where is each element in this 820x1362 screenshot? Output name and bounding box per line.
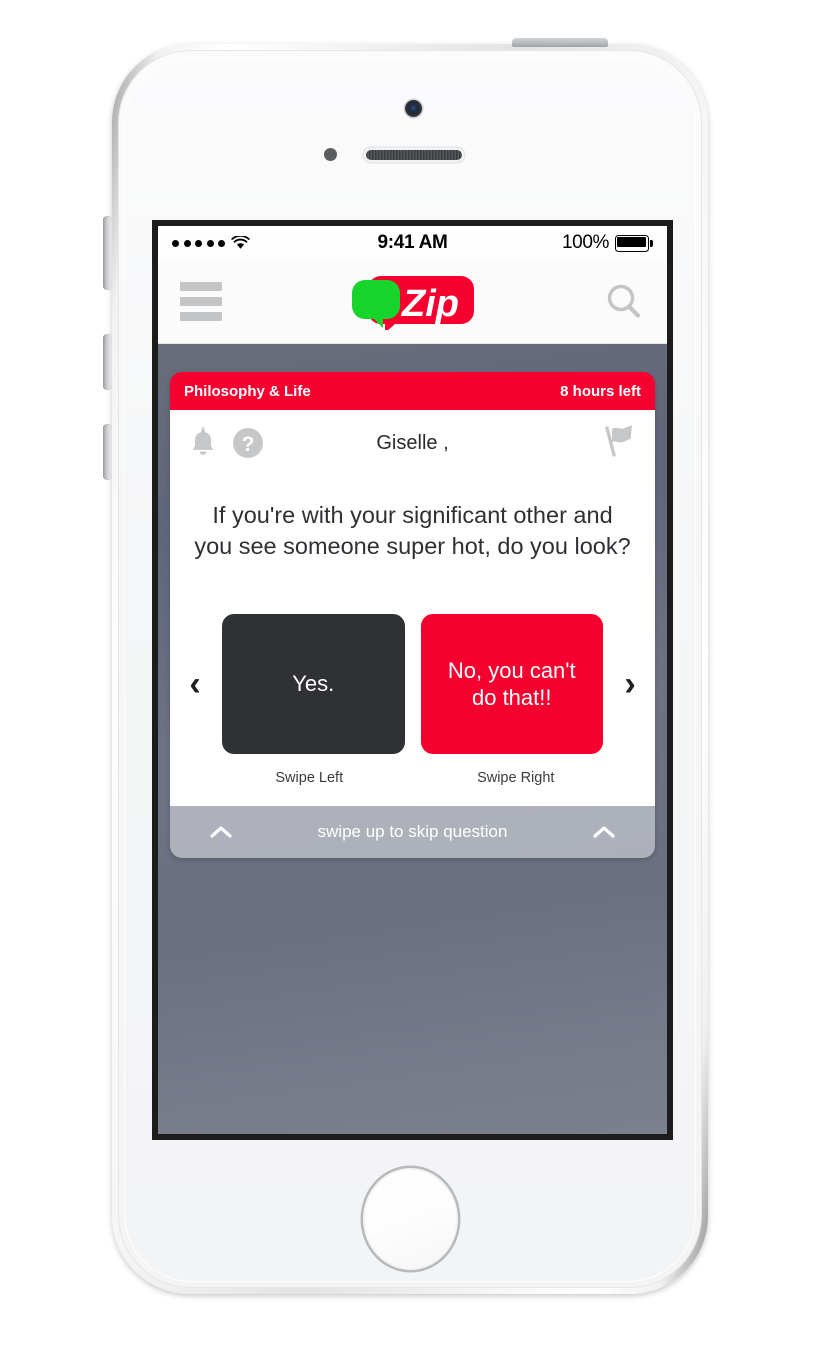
card-body: ? Giselle , If you're with your signific… bbox=[170, 410, 655, 806]
previous-question-chevron-icon[interactable]: ‹ bbox=[184, 667, 206, 701]
swipe-hint-left: Swipe Left bbox=[275, 770, 344, 786]
home-button[interactable] bbox=[362, 1167, 459, 1271]
front-camera-icon bbox=[405, 100, 422, 117]
next-question-chevron-icon[interactable]: › bbox=[619, 667, 641, 701]
category-label: Philosophy & Life bbox=[184, 382, 311, 400]
question-text: If you're with your significant other an… bbox=[194, 502, 631, 559]
volume-down-button[interactable] bbox=[103, 424, 112, 480]
question-mark-circle-icon[interactable]: ? bbox=[232, 427, 264, 459]
card-toolbar: ? Giselle , bbox=[170, 410, 655, 470]
status-bar: 9:41 AM 100% bbox=[158, 226, 667, 260]
question-card: Philosophy & Life 8 hours left ? Giselle… bbox=[170, 372, 655, 858]
bell-icon[interactable] bbox=[188, 426, 218, 460]
card-header: Philosophy & Life 8 hours left bbox=[170, 372, 655, 410]
hamburger-menu-icon[interactable] bbox=[180, 282, 222, 321]
swipe-hints: Swipe Left Swipe Right bbox=[170, 754, 655, 806]
card-toolbar-left: ? bbox=[188, 426, 264, 460]
time-left-label: 8 hours left bbox=[560, 382, 641, 400]
app-logo: Zip ™ bbox=[158, 260, 667, 343]
card-toolbar-right bbox=[601, 424, 637, 463]
skip-question-label: swipe up to skip question bbox=[317, 822, 508, 841]
search-icon[interactable] bbox=[603, 281, 645, 323]
flag-icon[interactable] bbox=[601, 424, 637, 458]
status-bar-time: 9:41 AM bbox=[377, 232, 448, 253]
earpiece-speaker-icon bbox=[366, 150, 462, 160]
app-nav-bar: Zip ™ bbox=[158, 260, 667, 344]
zip-logo-icon: Zip ™ bbox=[351, 274, 475, 330]
answer-row: ‹ Yes. No, you can't do that!! › bbox=[170, 598, 655, 754]
volume-up-button[interactable] bbox=[103, 334, 112, 390]
mute-switch[interactable] bbox=[103, 216, 112, 290]
battery-icon bbox=[615, 234, 653, 252]
chevron-up-icon-right bbox=[593, 826, 615, 838]
proximity-sensor-icon bbox=[324, 148, 337, 161]
swipe-hint-right: Swipe Right bbox=[477, 770, 555, 786]
logo-trademark: ™ bbox=[463, 287, 471, 296]
phone-screen: 9:41 AM 100% Zip ™ Philosophy & Life 8 h… bbox=[152, 220, 673, 1140]
power-button[interactable] bbox=[512, 38, 608, 47]
screenshot-root: 9:41 AM 100% Zip ™ Philosophy & Life 8 h… bbox=[0, 0, 820, 1362]
answer-option-left[interactable]: Yes. bbox=[222, 614, 405, 754]
svg-text:?: ? bbox=[242, 433, 255, 456]
skip-question-bar[interactable]: swipe up to skip question bbox=[170, 806, 655, 858]
svg-text:Zip: Zip bbox=[401, 283, 459, 325]
chevron-up-icon-left bbox=[210, 826, 232, 838]
question-feed: Philosophy & Life 8 hours left ? Giselle… bbox=[158, 344, 667, 1134]
answer-option-right[interactable]: No, you can't do that!! bbox=[420, 614, 603, 754]
